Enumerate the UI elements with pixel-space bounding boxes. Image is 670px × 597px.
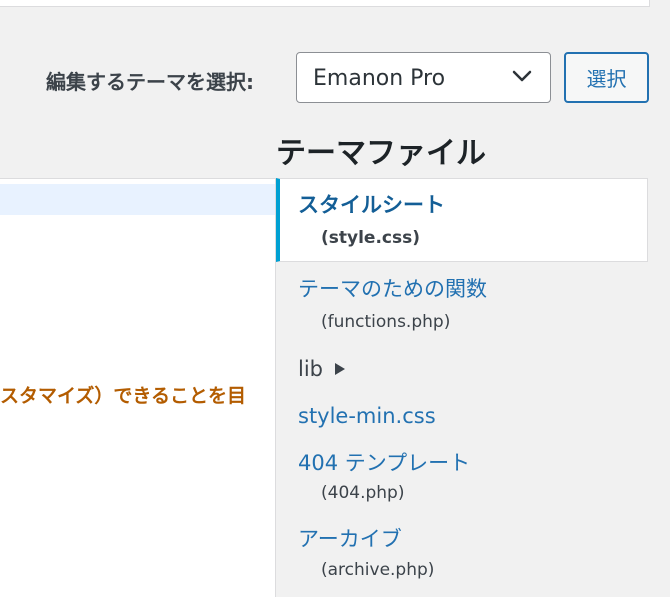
- folder-name: lib: [298, 357, 323, 381]
- file-item-stylesheet[interactable]: スタイルシート (style.css): [276, 178, 648, 262]
- caret-right-icon: [335, 363, 345, 375]
- select-theme-button[interactable]: 選択: [564, 52, 649, 103]
- file-name: スタイルシート: [298, 193, 445, 217]
- file-link-functions[interactable]: テーマのための関数: [298, 273, 487, 303]
- file-link-archive[interactable]: アーカイブ: [298, 523, 402, 553]
- file-link-404[interactable]: 404 テンプレート: [298, 447, 470, 477]
- code-line: スタマイズ）できることを目: [0, 385, 247, 407]
- file-path: (style.css): [321, 228, 420, 248]
- folder-lib[interactable]: lib: [298, 357, 345, 381]
- theme-select-bar: 編集するテーマを選択: Emanon Pro 選択: [0, 51, 670, 107]
- code-editor[interactable]: スタマイズ）できることを目: [0, 178, 276, 597]
- theme-select-value: Emanon Pro: [313, 66, 446, 91]
- file-link-style-min[interactable]: style-min.css: [298, 404, 436, 428]
- theme-files-heading: テーマファイル: [276, 136, 486, 171]
- chevron-down-icon: [512, 70, 532, 82]
- theme-file-list: スタイルシート (style.css) テーマのための関数 (functions…: [276, 178, 670, 596]
- file-path-404: (404.php): [321, 483, 405, 503]
- file-path-functions: (functions.php): [321, 312, 451, 332]
- theme-select-dropdown[interactable]: Emanon Pro: [296, 52, 551, 103]
- file-path-archive: (archive.php): [321, 560, 435, 580]
- top-panel-edge: [0, 0, 650, 7]
- active-line-highlight: [0, 184, 275, 215]
- theme-select-label: 編集するテーマを選択:: [46, 70, 254, 94]
